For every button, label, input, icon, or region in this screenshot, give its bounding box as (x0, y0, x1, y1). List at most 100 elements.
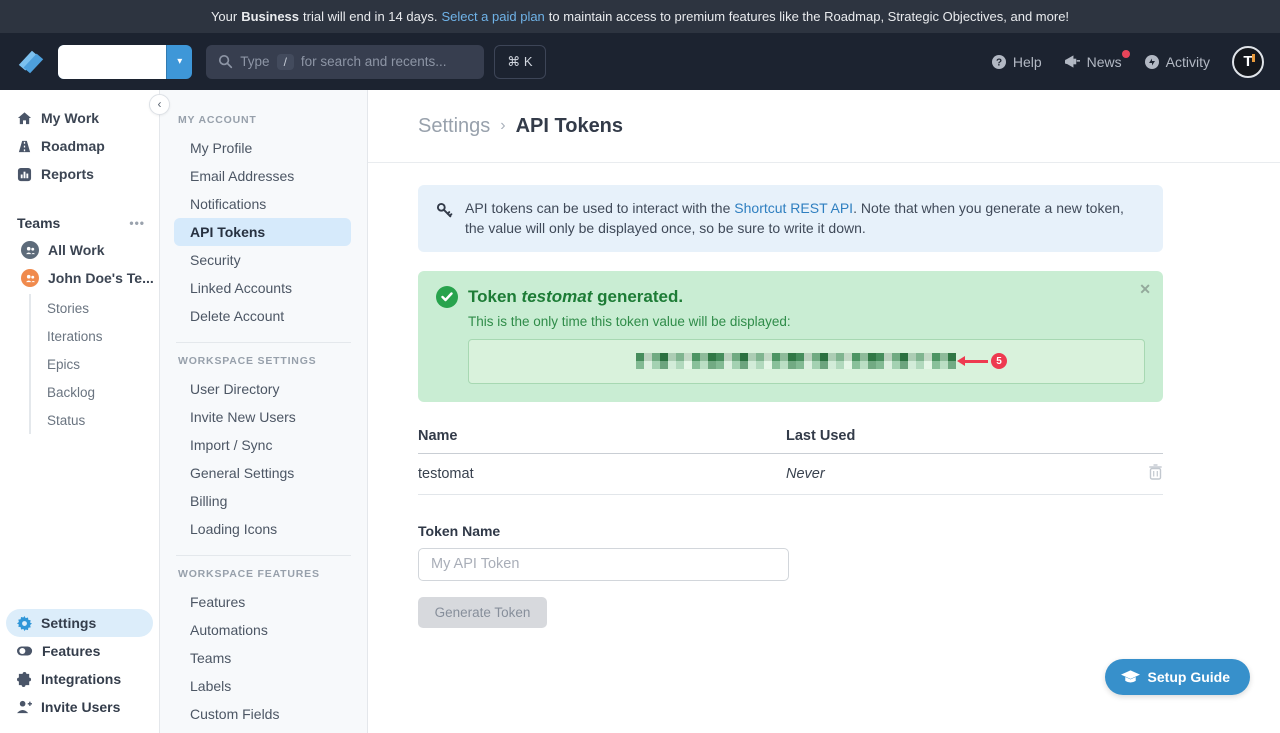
sidebar-team-all-work[interactable]: All Work (0, 236, 159, 264)
shortcut-logo-icon[interactable] (16, 47, 46, 77)
token-last-used-cell: Never (786, 466, 1137, 482)
create-story-button[interactable]: Create Story (58, 45, 166, 79)
sidebar-item-roadmap[interactable]: Roadmap (0, 132, 159, 160)
create-story-dropdown-button[interactable]: ▾ (166, 45, 192, 79)
teams-section-header: Teams ••• (0, 210, 159, 236)
news-notification-dot (1122, 50, 1130, 58)
settings-nav-loading-icons[interactable]: Loading Icons (174, 515, 351, 543)
activity-menu[interactable]: Activity (1144, 54, 1210, 70)
activity-label: Activity (1166, 54, 1210, 70)
sidebar-item-iterations[interactable]: Iterations (47, 322, 159, 350)
table-row: testomat Never (418, 454, 1163, 495)
bar-chart-icon (17, 167, 32, 182)
trial-plan-name: Business (241, 9, 299, 24)
sidebar-item-stories[interactable]: Stories (47, 294, 159, 322)
sidebar-item-label: Roadmap (41, 138, 105, 154)
section-title-my-account: MY ACCOUNT (160, 114, 367, 126)
settings-nav-invite-new-users[interactable]: Invite New Users (174, 403, 351, 431)
sidebar-item-integrations[interactable]: Integrations (6, 665, 153, 693)
settings-nav-linked-accounts[interactable]: Linked Accounts (174, 274, 351, 302)
alert-subtitle: This is the only time this token value w… (468, 314, 1145, 329)
search-placeholder-rest: for search and recents... (301, 54, 447, 69)
api-tokens-info-box: API tokens can be used to interact with … (418, 185, 1163, 252)
puzzle-icon (17, 672, 32, 687)
bottom-item-label: Settings (41, 615, 96, 631)
breadcrumb-settings[interactable]: Settings (418, 115, 490, 138)
bottom-item-label: Integrations (41, 671, 121, 687)
column-header-last-used: Last Used (786, 428, 1137, 444)
settings-nav-automations[interactable]: Automations (174, 616, 351, 644)
generate-token-button[interactable]: Generate Token (418, 597, 547, 628)
shortcut-rest-api-link[interactable]: Shortcut REST API (734, 200, 853, 216)
annotation-step-badge: 5 (991, 353, 1007, 369)
alert-title-pre: Token (468, 287, 522, 306)
setup-guide-label: Setup Guide (1148, 669, 1230, 685)
sidebar-team-john-does-team[interactable]: John Doe's Te... (0, 264, 159, 292)
settings-nav-billing[interactable]: Billing (174, 487, 351, 515)
alert-title: Token testomat generated. (468, 287, 683, 307)
settings-nav-custom-fields[interactable]: Custom Fields (174, 700, 351, 728)
settings-nav-delete-account[interactable]: Delete Account (174, 302, 351, 330)
create-story-split-button: Create Story ▾ (58, 45, 192, 79)
table-header-row: Name Last Used (418, 428, 1163, 454)
trial-text-post: to maintain access to premium features l… (549, 9, 1069, 24)
sidebar-item-status[interactable]: Status (47, 406, 159, 434)
trial-banner: Your Business trial will end in 14 days.… (0, 0, 1280, 33)
graduation-cap-icon (1121, 670, 1140, 685)
setup-guide-button[interactable]: Setup Guide (1105, 659, 1250, 695)
bottom-item-label: Features (42, 643, 100, 659)
column-header-name: Name (418, 428, 786, 444)
left-sidebar: ‹ My Work Roadmap Reports Tea (0, 90, 160, 733)
megaphone-icon (1064, 54, 1081, 69)
settings-nav-user-directory[interactable]: User Directory (174, 375, 351, 403)
trial-text-pre: Your (211, 9, 237, 24)
cmd-k-shortcut-button[interactable]: ⌘ K (494, 45, 545, 79)
sidebar-item-my-work[interactable]: My Work (0, 104, 159, 132)
settings-nav-security[interactable]: Security (174, 246, 351, 274)
sidebar-item-features[interactable]: Features (6, 637, 153, 665)
settings-nav-labels[interactable]: Labels (174, 672, 351, 700)
settings-nav-my-profile[interactable]: My Profile (174, 134, 351, 162)
person-plus-icon (17, 700, 32, 714)
sidebar-item-settings[interactable]: Settings (6, 609, 153, 637)
sidebar-item-label: My Work (41, 110, 99, 126)
sidebar-item-epics[interactable]: Epics (47, 350, 159, 378)
token-value-box: 5 (468, 339, 1145, 384)
team-subnav: Stories Iterations Epics Backlog Status (29, 294, 159, 434)
settings-nav-import-sync[interactable]: Import / Sync (174, 431, 351, 459)
teams-more-icon[interactable]: ••• (129, 216, 145, 230)
gear-icon (17, 616, 32, 631)
sidebar-item-reports[interactable]: Reports (0, 160, 159, 188)
search-input[interactable]: Type / for search and recents... (206, 45, 484, 79)
settings-nav-email-addresses[interactable]: Email Addresses (174, 162, 351, 190)
help-icon: ? (991, 54, 1007, 70)
settings-nav-general-settings[interactable]: General Settings (174, 459, 351, 487)
help-menu[interactable]: ? Help (991, 54, 1042, 70)
news-menu[interactable]: News (1064, 54, 1122, 70)
close-icon[interactable]: ✕ (1139, 281, 1151, 298)
trash-icon[interactable] (1148, 464, 1163, 480)
settings-nav-notifications[interactable]: Notifications (174, 190, 351, 218)
breadcrumb: Settings › API Tokens (368, 90, 1280, 163)
sidebar-collapse-button[interactable]: ‹ (149, 94, 170, 115)
token-name-input[interactable] (418, 548, 789, 581)
road-icon (17, 139, 32, 154)
team-avatar-icon (21, 269, 39, 287)
page-title: API Tokens (516, 115, 623, 138)
chevron-left-icon: ‹ (158, 97, 162, 111)
section-title-workspace-features: WORKSPACE FEATURES (160, 568, 367, 580)
redacted-token-value (636, 353, 956, 369)
select-paid-plan-link[interactable]: Select a paid plan (441, 9, 544, 24)
team-label: All Work (48, 242, 105, 258)
settings-nav-api-tokens[interactable]: API Tokens (174, 218, 351, 246)
sidebar-item-invite-users[interactable]: Invite Users (6, 693, 153, 721)
main-panel: Settings › API Tokens API tokens can be … (368, 90, 1280, 733)
settings-nav-teams[interactable]: Teams (174, 644, 351, 672)
sidebar-item-backlog[interactable]: Backlog (47, 378, 159, 406)
search-icon (218, 54, 233, 69)
navbar-right-group: ? Help News Activity T (991, 46, 1264, 78)
token-name-cell: testomat (418, 466, 786, 482)
user-avatar[interactable]: T (1232, 46, 1264, 78)
house-icon (17, 111, 32, 126)
settings-nav-features[interactable]: Features (174, 588, 351, 616)
